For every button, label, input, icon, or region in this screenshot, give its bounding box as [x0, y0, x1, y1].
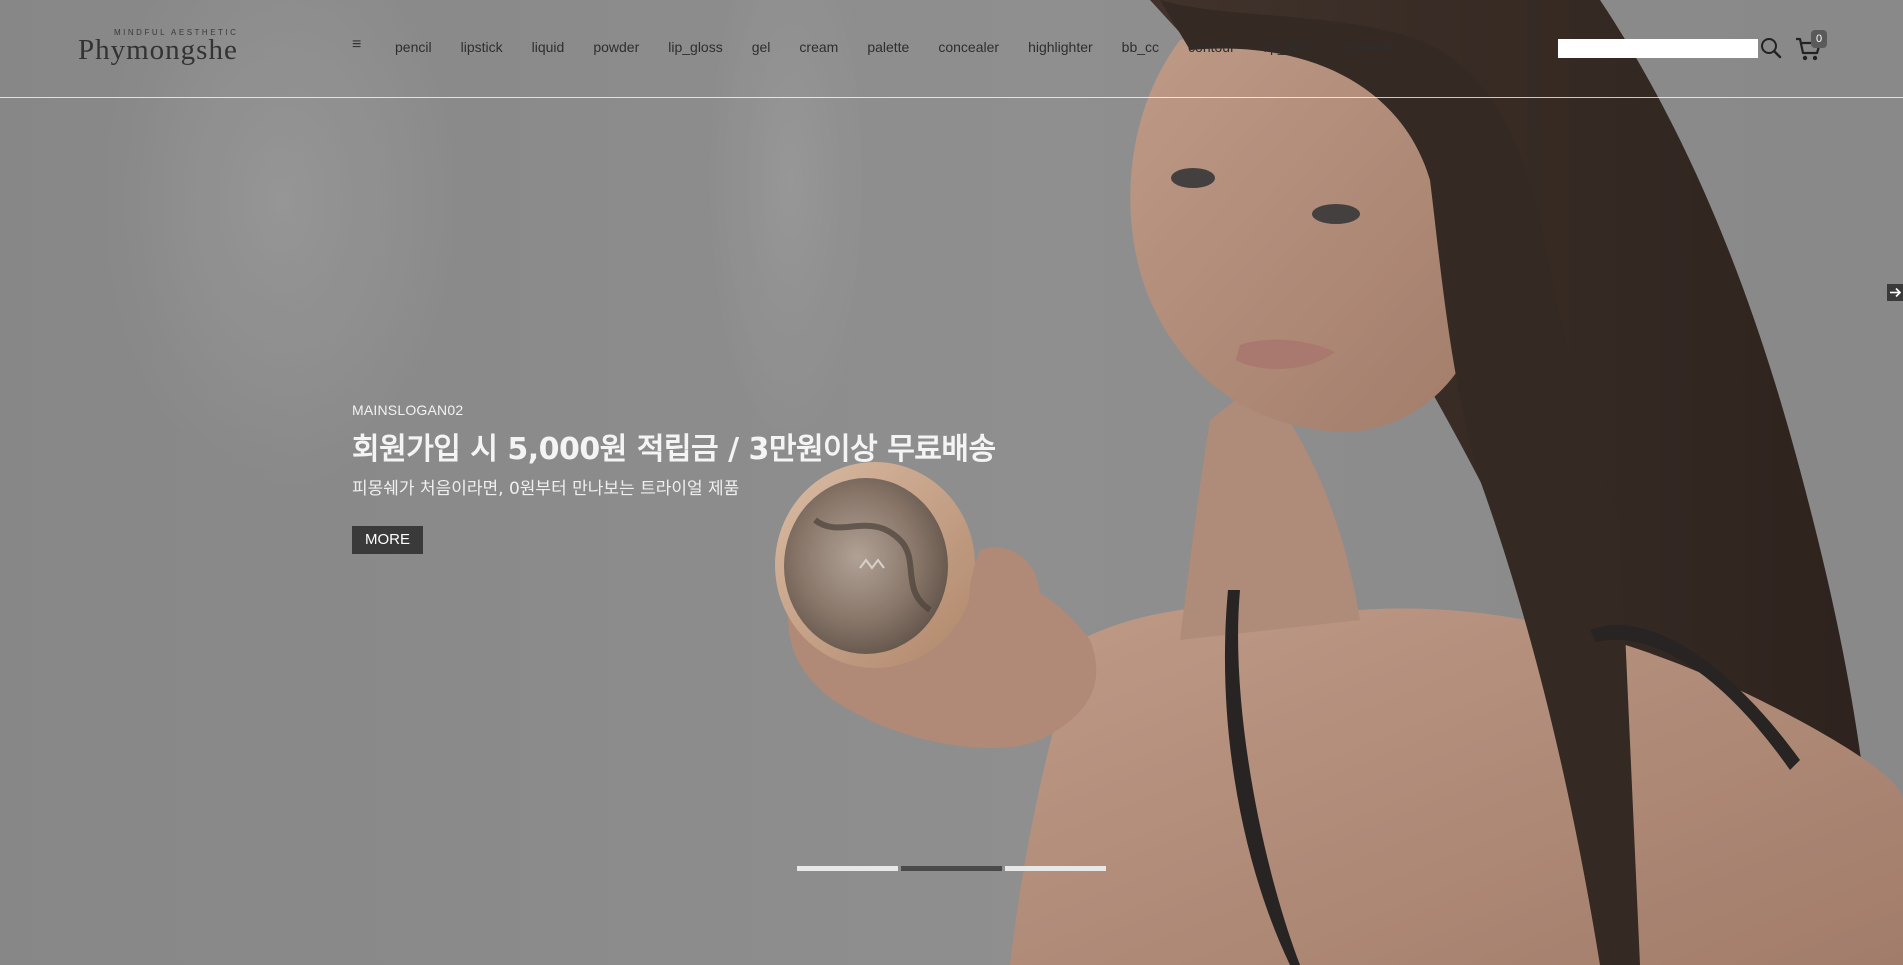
- slide-caption: MAINSLOGAN02 회원가입 시 5,000원 적립금 / 3만원이상 무…: [352, 402, 996, 499]
- nav-item-lipstick[interactable]: lipstick: [461, 39, 503, 59]
- nav-item-powder[interactable]: powder: [593, 39, 639, 59]
- nav-item-cream[interactable]: cream: [799, 39, 838, 59]
- brand-name: Phymongshe: [78, 34, 238, 66]
- nav-item-lip-gloss[interactable]: lip_gloss: [668, 39, 722, 59]
- slider-page-1[interactable]: [797, 866, 898, 871]
- slider-page-2[interactable]: [901, 866, 1002, 871]
- search-input[interactable]: [1558, 39, 1758, 58]
- category-nav: pencil lipstick liquid powder lip_gloss …: [395, 39, 1419, 59]
- brand-logo[interactable]: MINDFUL AESTHETIC Phymongshe: [78, 28, 268, 70]
- site-header: MINDFUL AESTHETIC Phymongshe ≡ pencil li…: [0, 0, 1903, 98]
- hamburger-icon[interactable]: ≡: [352, 36, 361, 54]
- slogan-label: MAINSLOGAN02: [352, 402, 464, 418]
- slider-pagination: [797, 866, 1109, 871]
- slider-page-3[interactable]: [1005, 866, 1106, 871]
- nav-item-palette[interactable]: palette: [867, 39, 909, 59]
- nav-item-concealer[interactable]: concealer: [938, 39, 999, 59]
- search-icon[interactable]: [1760, 37, 1782, 59]
- nav-item-gel[interactable]: gel: [752, 39, 771, 59]
- nav-item-lip-stain[interactable]: lip_stain: [1264, 39, 1315, 59]
- cart-count-badge: 0: [1811, 30, 1827, 48]
- nav-item-mineral[interactable]: mineral: [1344, 39, 1390, 59]
- arrow-right-icon[interactable]: [1887, 284, 1903, 301]
- slogan-title: 회원가입 시 5,000원 적립금 / 3만원이상 무료배송: [352, 432, 996, 467]
- nav-item-bb-cc[interactable]: bb_cc: [1122, 39, 1159, 59]
- nav-item-pencil[interactable]: pencil: [395, 39, 432, 59]
- more-button[interactable]: MORE: [352, 526, 423, 554]
- nav-item-highlighter[interactable]: highlighter: [1028, 39, 1093, 59]
- nav-item-contour[interactable]: contour: [1188, 39, 1235, 59]
- nav-item-liquid[interactable]: liquid: [532, 39, 565, 59]
- slogan-subtitle: 피몽쉐가 처음이라면, 0원부터 만나보는 트라이얼 제품: [352, 479, 740, 499]
